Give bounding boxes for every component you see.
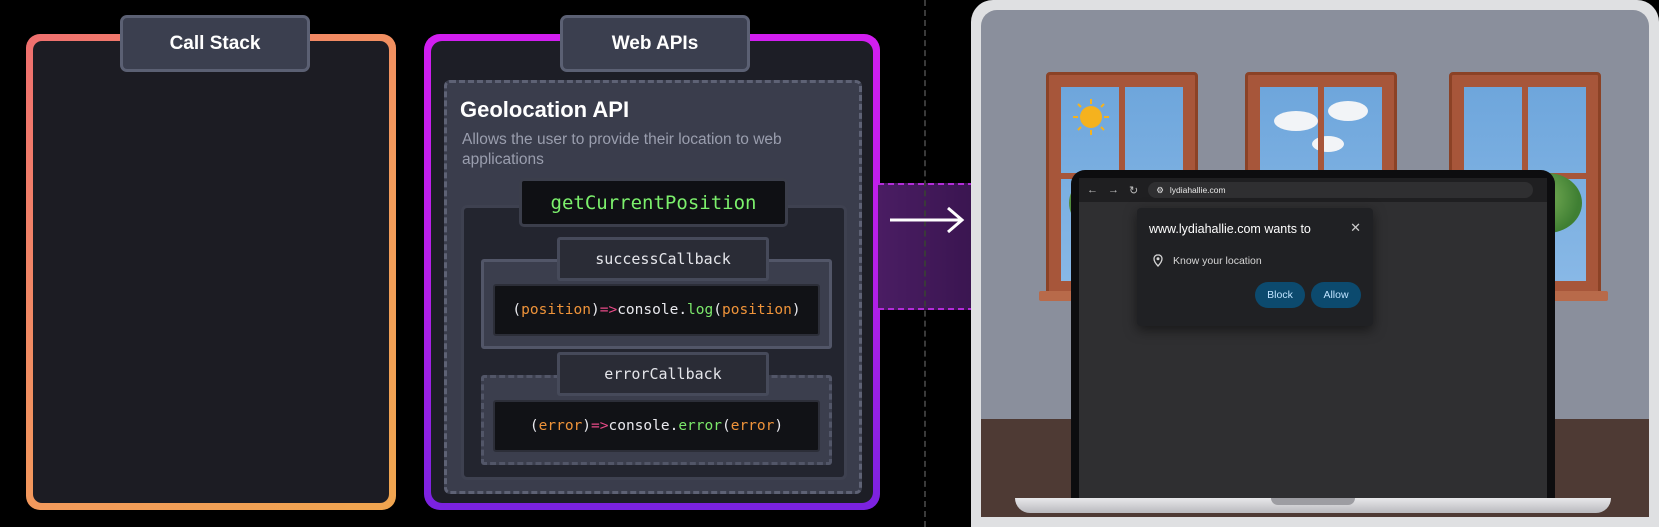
code-dot: . — [678, 302, 688, 318]
address-bar[interactable]: ⚙ lydiahallie.com — [1148, 182, 1533, 198]
error-callback-code: (error) => console. error(error) — [493, 400, 820, 452]
code-param: position — [521, 302, 591, 318]
location-permission-popup: www.lydiahallie.com wants to ✕ Know your… — [1137, 208, 1373, 326]
code-paren: ( — [512, 302, 522, 318]
call-stack-panel — [26, 34, 396, 510]
code-paren: ( — [529, 418, 539, 434]
back-icon[interactable]: ← — [1087, 184, 1098, 196]
code-object: console — [608, 418, 670, 434]
success-callback-code: (position) => console. log(position) — [493, 284, 820, 336]
code-dot: . — [669, 418, 679, 434]
code-paren: ) — [791, 302, 801, 318]
permission-row: Know your location — [1153, 254, 1262, 267]
popup-title: www.lydiahallie.com wants to — [1149, 222, 1311, 236]
success-callback-label: successCallback — [557, 237, 769, 281]
forward-icon[interactable]: → — [1108, 184, 1119, 196]
call-stack-area — [33, 41, 389, 503]
connector-band — [878, 183, 974, 310]
block-button[interactable]: Block — [1255, 282, 1305, 308]
location-pin-icon — [1153, 254, 1163, 267]
code-arrow: => — [591, 418, 609, 434]
right-arrow-icon — [890, 206, 965, 234]
code-paren: ) — [774, 418, 784, 434]
geolocation-api-title: Geolocation API — [460, 97, 630, 122]
call-stack-title: Call Stack — [120, 15, 310, 72]
laptop-notch — [1271, 498, 1355, 505]
error-callback-label: errorCallback — [557, 352, 769, 396]
reload-icon[interactable]: ↻ — [1129, 184, 1138, 197]
code-method: error — [678, 418, 722, 434]
code-object: console — [617, 302, 679, 318]
get-current-position-label: getCurrentPosition — [519, 178, 788, 227]
browser-toolbar: ← → ↻ ⚙ lydiahallie.com — [1079, 178, 1547, 202]
code-paren: ) — [582, 418, 592, 434]
close-icon[interactable]: ✕ — [1350, 220, 1361, 236]
sun-icon — [1073, 99, 1109, 135]
url-text: lydiahallie.com — [1169, 185, 1226, 195]
code-arrow: => — [599, 302, 618, 318]
divider-line — [924, 0, 926, 527]
code-paren: ( — [713, 302, 722, 318]
code-paren: ) — [591, 302, 600, 318]
code-param: error — [538, 418, 583, 434]
code-paren: ( — [721, 418, 731, 434]
permission-text: Know your location — [1173, 254, 1262, 267]
allow-button[interactable]: Allow — [1311, 282, 1361, 308]
code-arg: position — [721, 302, 792, 318]
geolocation-api-description: Allows the user to provide their locatio… — [462, 131, 782, 168]
code-method: log — [687, 302, 714, 318]
web-apis-title: Web APIs — [560, 15, 750, 72]
site-settings-icon[interactable]: ⚙ — [1156, 185, 1164, 196]
code-arg: error — [730, 418, 775, 434]
